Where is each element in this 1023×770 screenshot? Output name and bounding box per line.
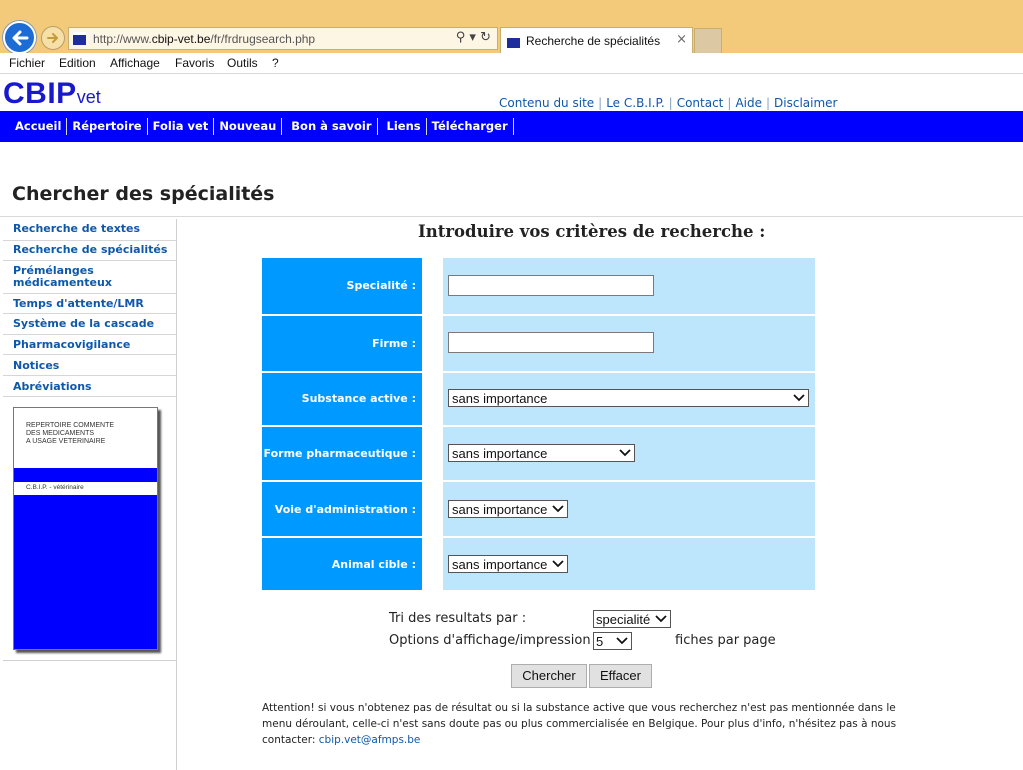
forme-select[interactable]: sans importance bbox=[448, 444, 635, 462]
link-contenu-du-site[interactable]: Contenu du site bbox=[499, 96, 594, 110]
sidebar: Recherche de textes Recherche de spécial… bbox=[3, 219, 177, 770]
firme-input[interactable] bbox=[448, 332, 654, 353]
nav-bon-a-savoir[interactable]: Bon à savoir bbox=[286, 118, 378, 135]
substance-label-cell: Substance active : bbox=[262, 373, 422, 425]
voie-select[interactable]: sans importance bbox=[448, 500, 568, 518]
specialite-label-cell: Specialité : bbox=[262, 258, 422, 314]
sidebar-item-abreviations[interactable]: Abréviations bbox=[3, 376, 176, 397]
menu-fichier[interactable]: Fichier bbox=[9, 56, 45, 70]
chevron-down-icon bbox=[552, 560, 564, 568]
forme-value-cell: sans importance bbox=[443, 427, 815, 480]
nav-liens[interactable]: Liens bbox=[382, 118, 427, 135]
arrow-left-icon bbox=[12, 30, 29, 46]
site-logo[interactable]: CBIPvet bbox=[3, 77, 101, 111]
sort-label: Tri des resultats par : bbox=[389, 611, 527, 626]
sidebar-item-temps-attente[interactable]: Temps d'attente/LMR bbox=[3, 294, 176, 314]
chevron-down-icon bbox=[793, 394, 805, 402]
notice-text: Attention! si vous n'obtenez pas de résu… bbox=[262, 702, 897, 746]
nav-repertoire[interactable]: Répertoire bbox=[67, 118, 148, 135]
address-bar[interactable]: http://www.cbip-vet.be/fr/frdrugsearch.p… bbox=[68, 27, 498, 50]
per-page-select[interactable]: 5 bbox=[593, 632, 632, 650]
per-page-label: fiches par page bbox=[675, 633, 776, 648]
voie-value-cell: sans importance bbox=[443, 482, 815, 536]
animal-value-cell: sans importance bbox=[443, 538, 815, 590]
main-navigation: Accueil Répertoire Folia vet Nouveau Bon… bbox=[0, 111, 1023, 142]
link-le-cbip[interactable]: Le C.B.I.P. bbox=[606, 96, 664, 110]
menu-affichage[interactable]: Affichage bbox=[110, 56, 160, 70]
form-heading: Introduire vos critères de recherche : bbox=[418, 222, 766, 241]
firme-label-cell: Firme : bbox=[262, 316, 422, 371]
firme-value-cell bbox=[443, 316, 815, 371]
book-cover-band-text: C.B.I.P. - vétérinaire bbox=[26, 484, 84, 491]
substance-select[interactable]: sans importance bbox=[448, 389, 809, 407]
sidebar-item-recherche-specialites[interactable]: Recherche de spécialités bbox=[3, 241, 176, 261]
tab-favicon-icon bbox=[507, 35, 520, 48]
contact-email-link[interactable]: cbip.vet@afmps.be bbox=[319, 734, 421, 746]
nav-accueil[interactable]: Accueil bbox=[10, 118, 68, 135]
specialite-value-cell bbox=[443, 258, 815, 314]
new-tab-button[interactable] bbox=[694, 28, 722, 53]
sidebar-bottom-divider bbox=[3, 660, 177, 661]
clear-button[interactable]: Effacer bbox=[589, 664, 652, 688]
sidebar-item-notices[interactable]: Notices bbox=[3, 355, 176, 376]
animal-select[interactable]: sans importance bbox=[448, 555, 568, 573]
logo-main-text: CBIP bbox=[3, 77, 77, 110]
menu-outils[interactable]: Outils bbox=[227, 56, 258, 70]
chevron-down-icon bbox=[655, 615, 667, 623]
sidebar-item-recherche-textes[interactable]: Recherche de textes bbox=[3, 221, 176, 241]
book-cover-title: REPERTOIRE COMMENTE DES MEDICAMENTS A US… bbox=[26, 422, 115, 445]
menu-edition[interactable]: Edition bbox=[59, 56, 96, 70]
voie-label: Voie d'administration : bbox=[274, 503, 416, 516]
forme-label-cell: Forme pharmaceutique : bbox=[262, 427, 422, 480]
animal-label: Animal cible : bbox=[331, 558, 416, 571]
search-button[interactable]: Chercher bbox=[511, 664, 587, 688]
top-links: Contenu du site | Le C.B.I.P. | Contact | Aide… bbox=[499, 96, 838, 110]
browser-toolbar: http://www.cbip-vet.be/fr/frdrugsearch.p… bbox=[0, 0, 1023, 54]
close-tab-icon[interactable]: × bbox=[676, 32, 687, 47]
specialite-label: Specialité : bbox=[346, 279, 416, 292]
menu-help[interactable]: ? bbox=[272, 56, 279, 70]
link-aide[interactable]: Aide bbox=[735, 96, 762, 110]
substance-value-cell: sans importance bbox=[443, 373, 815, 425]
address-actions-icon[interactable]: ⚲ ▾ ↻ bbox=[456, 30, 491, 45]
tab-recherche[interactable]: Recherche de spécialités × bbox=[500, 27, 693, 53]
animal-label-cell: Animal cible : bbox=[262, 538, 422, 590]
title-divider bbox=[0, 216, 1023, 217]
url-text: http://www.cbip-vet.be/fr/frdrugsearch.p… bbox=[93, 32, 316, 46]
site-favicon-icon bbox=[73, 32, 86, 45]
forme-label: Forme pharmaceutique : bbox=[263, 447, 416, 460]
display-options-label: Options d'affichage/impression : bbox=[389, 633, 600, 648]
logo-sub-text: vet bbox=[76, 87, 101, 107]
forward-button[interactable] bbox=[41, 26, 65, 50]
chevron-down-icon bbox=[552, 505, 564, 513]
repertoire-book-cover[interactable]: REPERTOIRE COMMENTE DES MEDICAMENTS A US… bbox=[13, 407, 158, 650]
menu-bar: Fichier Edition Affichage Favoris Outils… bbox=[0, 53, 1023, 74]
arrow-right-icon bbox=[47, 33, 58, 43]
link-disclaimer[interactable]: Disclaimer bbox=[774, 96, 837, 110]
nav-folia-vet[interactable]: Folia vet bbox=[148, 118, 215, 135]
page-title: Chercher des spécialités bbox=[12, 183, 275, 205]
sidebar-item-pharmacovigilance[interactable]: Pharmacovigilance bbox=[3, 335, 176, 355]
substance-label: Substance active : bbox=[301, 392, 416, 405]
sidebar-item-cascade[interactable]: Système de la cascade bbox=[3, 314, 176, 335]
firme-label: Firme : bbox=[372, 337, 416, 350]
link-contact[interactable]: Contact bbox=[677, 96, 724, 110]
sort-select[interactable]: specialité bbox=[593, 610, 671, 628]
chevron-down-icon bbox=[616, 637, 628, 645]
menu-favoris[interactable]: Favoris bbox=[175, 56, 214, 70]
chevron-down-icon bbox=[619, 449, 631, 457]
sidebar-item-premelanges[interactable]: Prémélanges médicamenteux bbox=[3, 261, 176, 294]
voie-label-cell: Voie d'administration : bbox=[262, 482, 422, 536]
nav-telecharger[interactable]: Télécharger bbox=[427, 118, 514, 135]
tab-title: Recherche de spécialités bbox=[526, 34, 661, 48]
nav-nouveau[interactable]: Nouveau bbox=[214, 118, 283, 135]
back-button[interactable] bbox=[3, 21, 36, 54]
specialite-input[interactable] bbox=[448, 275, 654, 296]
